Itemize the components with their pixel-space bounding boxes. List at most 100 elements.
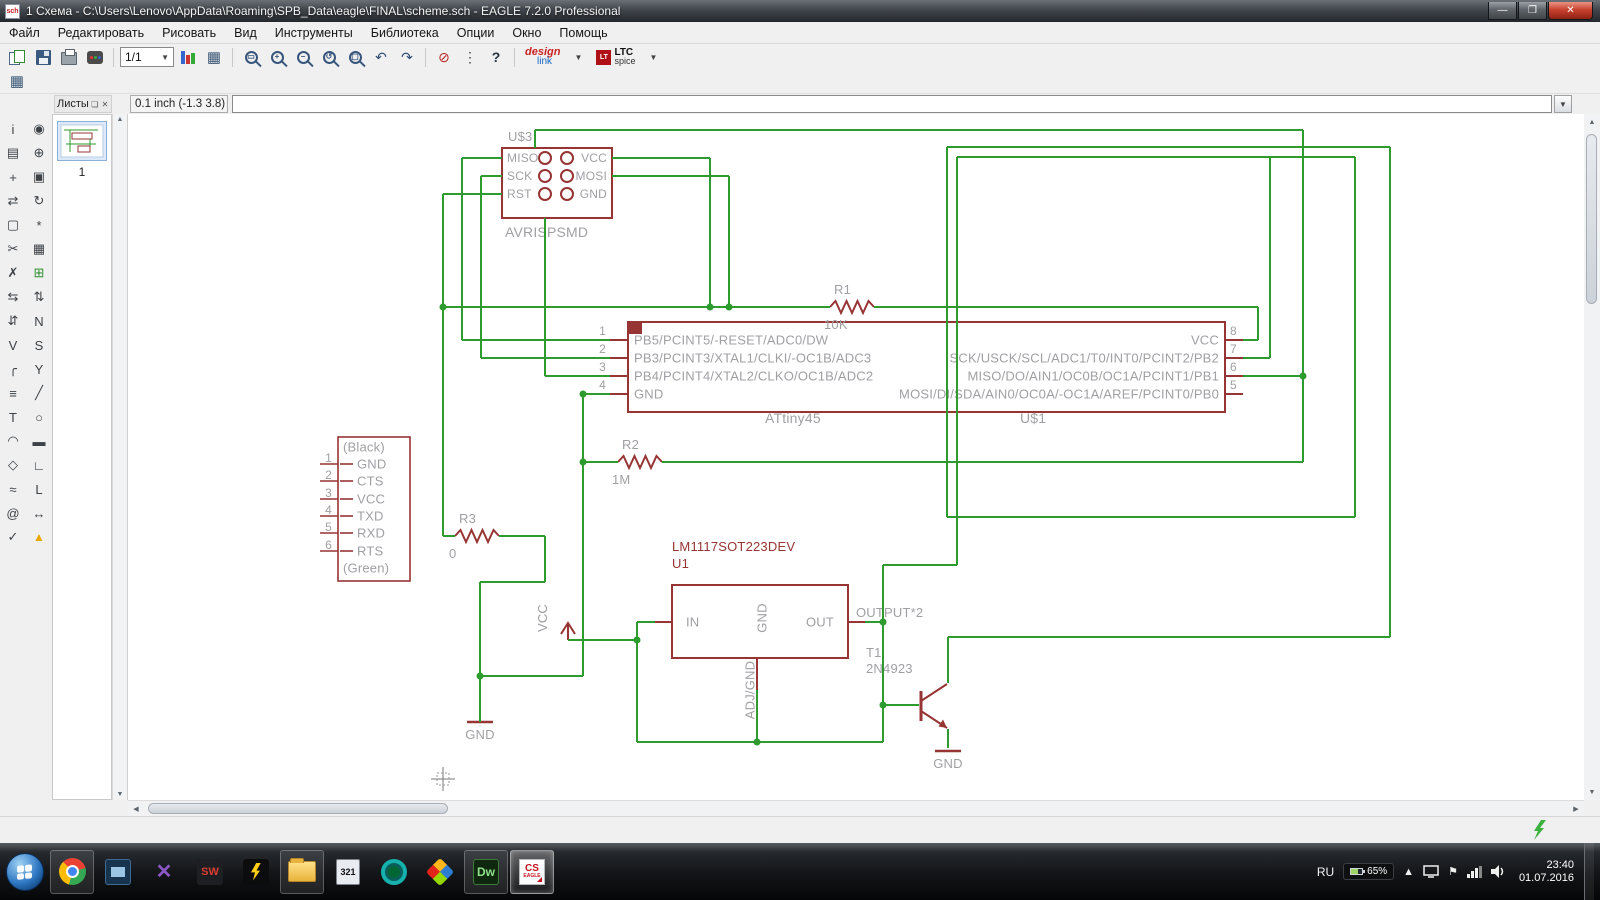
scroll-left-icon[interactable]: ◀ <box>128 801 144 817</box>
grid-toggle-button[interactable]: ▦ <box>202 46 226 68</box>
net-junction[interactable] <box>706 303 714 311</box>
ltspice-dropdown[interactable]: ▼ <box>641 46 665 68</box>
redo-button[interactable]: ↷ <box>395 46 419 68</box>
ltspice-button[interactable]: LT LTC spice <box>592 48 639 66</box>
taskbar-app-window[interactable] <box>96 850 140 894</box>
net-junction[interactable] <box>579 458 587 466</box>
scroll-up-icon[interactable]: ▲ <box>113 116 127 123</box>
add-tool[interactable]: ⊞ <box>28 262 51 284</box>
errors-tool[interactable]: ▲ <box>28 526 51 548</box>
smash-tool[interactable]: S <box>28 334 51 356</box>
show-desktop-button[interactable] <box>1584 843 1594 900</box>
taskbar-visual-studio[interactable]: ✕ <box>142 850 186 894</box>
invoke-tool[interactable]: ≡ <box>2 382 25 404</box>
net-junction[interactable] <box>439 303 447 311</box>
change-tool[interactable]: * <box>28 214 51 236</box>
taskbar-dreamweaver[interactable]: Dw <box>464 849 508 894</box>
stop-button[interactable]: ⊘ <box>432 46 456 68</box>
delete-tool[interactable]: ✗ <box>2 262 25 284</box>
command-history-dropdown[interactable]: ▼ <box>1554 95 1572 113</box>
undo-button[interactable]: ↶ <box>369 46 393 68</box>
sheets-scrollbar[interactable]: ▲ ▼ <box>112 114 128 800</box>
layer-settings-button[interactable] <box>176 46 200 68</box>
wire-tool[interactable]: ╱ <box>28 382 51 404</box>
action-center-flag-icon[interactable]: ⚑ <box>1448 865 1458 878</box>
sheet-number-label[interactable]: 1 <box>53 165 111 179</box>
cut-tool[interactable]: ✂ <box>2 238 25 260</box>
switch-editor-button[interactable] <box>5 46 29 68</box>
dimension-tool[interactable]: ↔ <box>28 502 51 524</box>
menu-item-4[interactable]: Инструменты <box>266 23 362 43</box>
grid-scale-combo[interactable]: 1/1 ▼ <box>120 47 174 67</box>
rotate-tool[interactable]: ↻ <box>28 190 51 212</box>
command-input[interactable] <box>232 95 1552 113</box>
arc-tool[interactable]: ◠ <box>2 430 25 452</box>
zoom-in-button[interactable]: + <box>265 46 289 68</box>
menu-item-8[interactable]: Помощь <box>550 23 616 43</box>
taskbar-calculator[interactable]: 321 <box>326 850 370 894</box>
network-icon[interactable] <box>1466 865 1482 878</box>
mirror-tool[interactable]: ⇄ <box>2 190 25 212</box>
maximize-button[interactable]: ❐ <box>1518 2 1547 20</box>
info-tool[interactable]: i <box>2 118 25 140</box>
label-tool[interactable]: L <box>28 478 51 500</box>
scroll-down-icon[interactable]: ▼ <box>1584 784 1600 800</box>
menu-item-6[interactable]: Опции <box>448 23 504 43</box>
scroll-right-icon[interactable]: ▶ <box>1568 801 1584 817</box>
show-tool[interactable]: ◉ <box>28 118 51 140</box>
more-options-button[interactable]: ⋮ <box>458 46 482 68</box>
menu-item-2[interactable]: Рисовать <box>153 23 225 43</box>
save-button[interactable] <box>31 46 55 68</box>
design-link-button[interactable]: design link <box>521 47 564 67</box>
attribute-tool[interactable]: @ <box>2 502 25 524</box>
net-junction[interactable] <box>725 303 733 311</box>
taskbar-teal-ring-app[interactable] <box>372 850 416 894</box>
hidden-icons-button[interactable]: ▲ <box>1403 866 1414 878</box>
scroll-thumb[interactable] <box>1586 134 1597 304</box>
minimize-button[interactable]: — <box>1488 2 1517 20</box>
mark-tool[interactable]: ⊕ <box>28 142 51 164</box>
clock[interactable]: 23:40 01.07.2016 <box>1519 859 1574 885</box>
help-button[interactable]: ? <box>484 46 508 68</box>
menu-item-3[interactable]: Вид <box>225 23 266 43</box>
display-tool[interactable]: ▤ <box>2 142 25 164</box>
net-tool[interactable]: ∟ <box>28 454 51 476</box>
menu-item-7[interactable]: Окно <box>503 23 550 43</box>
rect-tool[interactable]: ▬ <box>28 430 51 452</box>
zoom-select-button[interactable]: ▢ <box>343 46 367 68</box>
net-junction[interactable] <box>753 738 761 746</box>
gateswap-tool[interactable]: ⇵ <box>2 310 25 332</box>
zoom-out-button[interactable]: − <box>291 46 315 68</box>
replace-tool[interactable]: ⇅ <box>28 286 51 308</box>
net-junction[interactable] <box>476 672 484 680</box>
panel-close-button[interactable]: ✕ <box>101 100 109 109</box>
scroll-down-icon[interactable]: ▼ <box>113 791 127 798</box>
display-icon[interactable] <box>1423 865 1439 878</box>
paste-tool[interactable]: ▦ <box>28 238 51 260</box>
taskbar-lightning-app[interactable] <box>234 850 278 894</box>
print-button[interactable] <box>57 46 81 68</box>
net-junction[interactable] <box>879 618 887 626</box>
text-tool[interactable]: T <box>2 406 25 428</box>
name-tool[interactable]: N <box>28 310 51 332</box>
erc-tool[interactable]: ✓ <box>2 526 25 548</box>
language-indicator[interactable]: RU <box>1317 865 1334 879</box>
group-tool[interactable]: ▢ <box>2 214 25 236</box>
net-junction[interactable] <box>1299 372 1307 380</box>
menu-item-1[interactable]: Редактировать <box>49 23 153 43</box>
taskbar-eagle[interactable]: CS EAGLE <box>510 849 554 894</box>
start-button[interactable] <box>6 852 44 891</box>
schematic-canvas[interactable]: MISO VCC SCK MOSI RST GND U$3 AVRISPSMD 1 PB5/PCI… <box>128 114 1584 800</box>
vertical-scrollbar[interactable]: ▲ ▼ <box>1584 114 1600 800</box>
split-tool[interactable]: Y <box>28 358 51 380</box>
miter-tool[interactable]: ╭ <box>2 358 25 380</box>
horizontal-scrollbar[interactable]: ◀ ▶ <box>128 800 1584 816</box>
bus-tool[interactable]: ≈ <box>2 478 25 500</box>
battery-indicator[interactable]: 65% <box>1343 863 1395 880</box>
polygon-tool[interactable]: ◇ <box>2 454 25 476</box>
close-button[interactable]: ✕ <box>1548 2 1593 20</box>
net-junction[interactable] <box>633 636 641 644</box>
menu-item-5[interactable]: Библиотека <box>362 23 448 43</box>
circle-tool[interactable]: ○ <box>28 406 51 428</box>
scroll-thumb[interactable] <box>148 803 448 814</box>
